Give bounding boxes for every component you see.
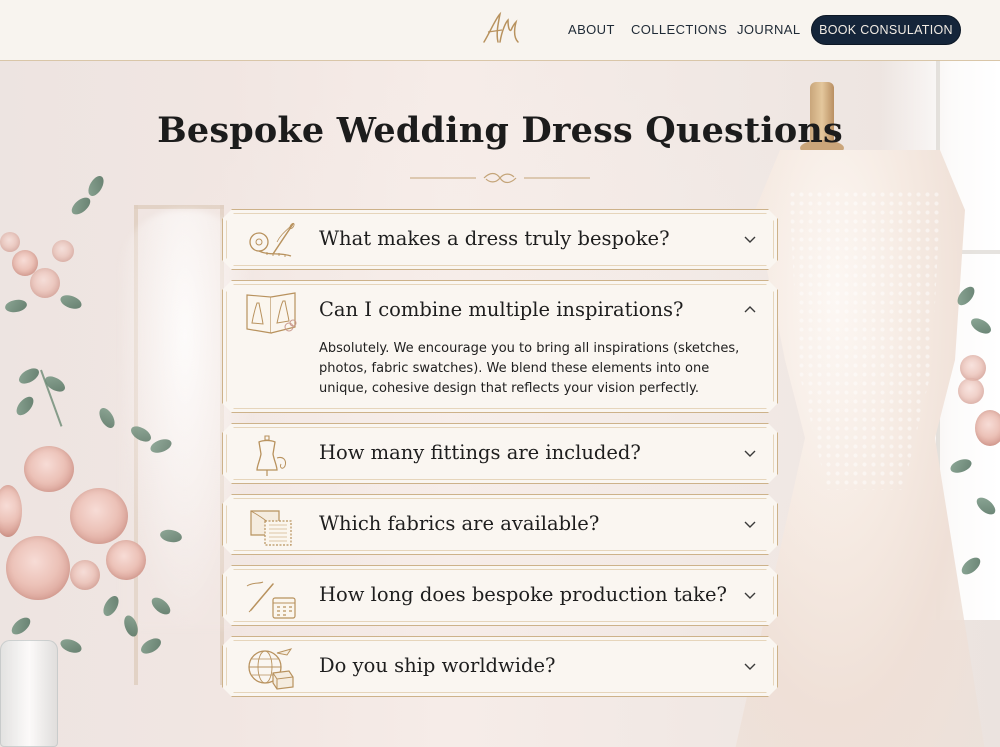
faq-question: What makes a dress truly bespoke? — [319, 227, 670, 250]
faq-answer: Absolutely. We encourage you to bring al… — [319, 341, 740, 396]
dress-form-icon — [243, 430, 299, 478]
faq-item[interactable]: Do you ship worldwide? — [222, 636, 778, 697]
sketchbook-icon — [243, 287, 299, 335]
measuring-tape-needle-icon — [243, 216, 299, 264]
nav-journal[interactable]: JOURNAL — [737, 22, 800, 37]
site-header: ABOUT COLLECTIONS JOURNAL BOOK CONSULATI… — [0, 0, 1000, 61]
chevron-down-icon[interactable] — [743, 232, 757, 246]
monogram-logo-icon — [483, 11, 519, 43]
faq-item-expanded[interactable]: Can I combine multiple inspirations? Abs… — [222, 280, 778, 413]
faq-item[interactable]: Which fabrics are available? — [222, 494, 778, 555]
chevron-down-icon[interactable] — [743, 588, 757, 602]
faq-question: Which fabrics are available? — [319, 512, 600, 535]
brand-logo[interactable] — [478, 8, 522, 52]
chevron-down-icon[interactable] — [743, 659, 757, 673]
faq-question: How many fittings are included? — [319, 441, 641, 464]
calendar-pen-icon — [243, 572, 299, 620]
fabric-swatch-icon — [243, 501, 299, 549]
faq-item[interactable]: How many fittings are included? — [222, 423, 778, 484]
faq-item[interactable]: What makes a dress truly bespoke? — [222, 209, 778, 270]
faq-question: Can I combine multiple inspirations? — [319, 298, 684, 321]
faq-item[interactable]: How long does bespoke production take? — [222, 565, 778, 626]
chevron-down-icon[interactable] — [743, 517, 757, 531]
globe-parcel-icon — [243, 643, 299, 691]
page-title: Bespoke Wedding Dress Questions — [157, 110, 843, 151]
nav-collections[interactable]: COLLECTIONS — [631, 22, 727, 37]
nav-about[interactable]: ABOUT — [568, 22, 615, 37]
faq-question: Do you ship worldwide? — [319, 654, 556, 677]
title-ornament-divider — [410, 172, 590, 184]
book-consultation-button[interactable]: BOOK CONSULATION — [811, 15, 961, 45]
chevron-down-icon[interactable] — [743, 446, 757, 460]
chevron-up-icon[interactable] — [743, 303, 757, 317]
faq-question: How long does bespoke production take? — [319, 583, 727, 606]
